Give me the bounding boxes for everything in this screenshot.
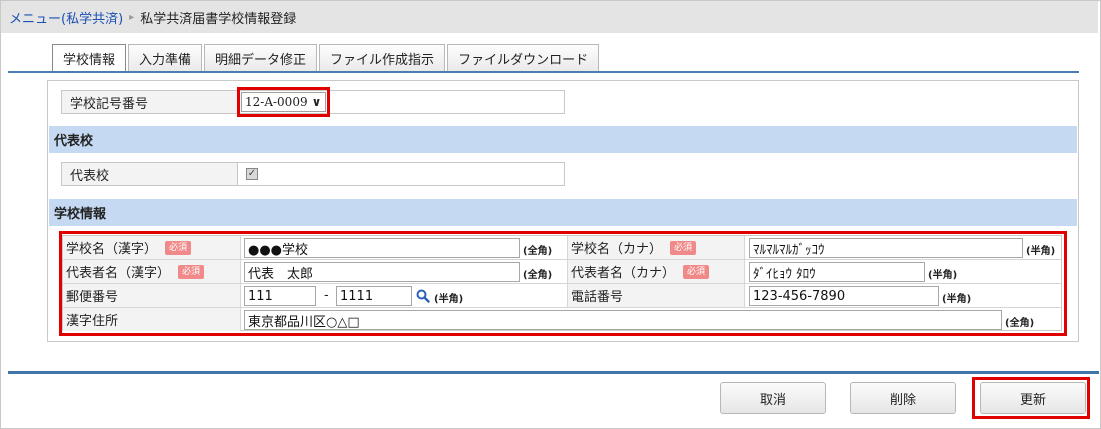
footer-divider <box>8 371 1099 374</box>
tab-bar: 学校情報 入力準備 明細データ修正 ファイル作成指示 ファイルダウンロード <box>52 44 601 72</box>
breadcrumb-separator-icon: ▸ <box>129 11 135 23</box>
highlight-school-code <box>237 87 330 117</box>
delete-button[interactable]: 削除 <box>850 382 956 414</box>
tab-input-prep[interactable]: 入力準備 <box>128 44 203 72</box>
tab-school-info[interactable]: 学校情報 <box>52 44 127 72</box>
page-title: 私学共済届書学校情報登録 <box>140 11 297 27</box>
section-header-school-info: 学校情報 <box>49 199 1077 226</box>
tab-file-create[interactable]: ファイル作成指示 <box>319 44 446 72</box>
highlight-school-info <box>59 231 1067 336</box>
representative-label: 代表校 <box>62 163 238 185</box>
breadcrumb-menu-link[interactable]: メニュー(私学共済) <box>9 8 123 27</box>
representative-row: 代表校 <box>61 162 565 186</box>
section-header-representative: 代表校 <box>49 126 1077 153</box>
representative-checkbox[interactable]: ✓ <box>246 168 258 180</box>
highlight-update-button <box>972 377 1090 419</box>
tab-underline <box>8 71 1079 73</box>
cancel-button[interactable]: 取消 <box>720 382 826 414</box>
form-panel: 学校記号番号 12-A-0009 ∨ 代表校 代表校 ✓ 学校情報 学校名（漢字… <box>47 80 1079 342</box>
tab-file-download[interactable]: ファイルダウンロード <box>447 44 600 72</box>
breadcrumb: メニュー(私学共済) ▸ 私学共済届書学校情報登録 <box>1 1 1098 33</box>
school-code-label: 学校記号番号 <box>62 91 238 113</box>
tab-detail-edit[interactable]: 明細データ修正 <box>204 44 318 72</box>
